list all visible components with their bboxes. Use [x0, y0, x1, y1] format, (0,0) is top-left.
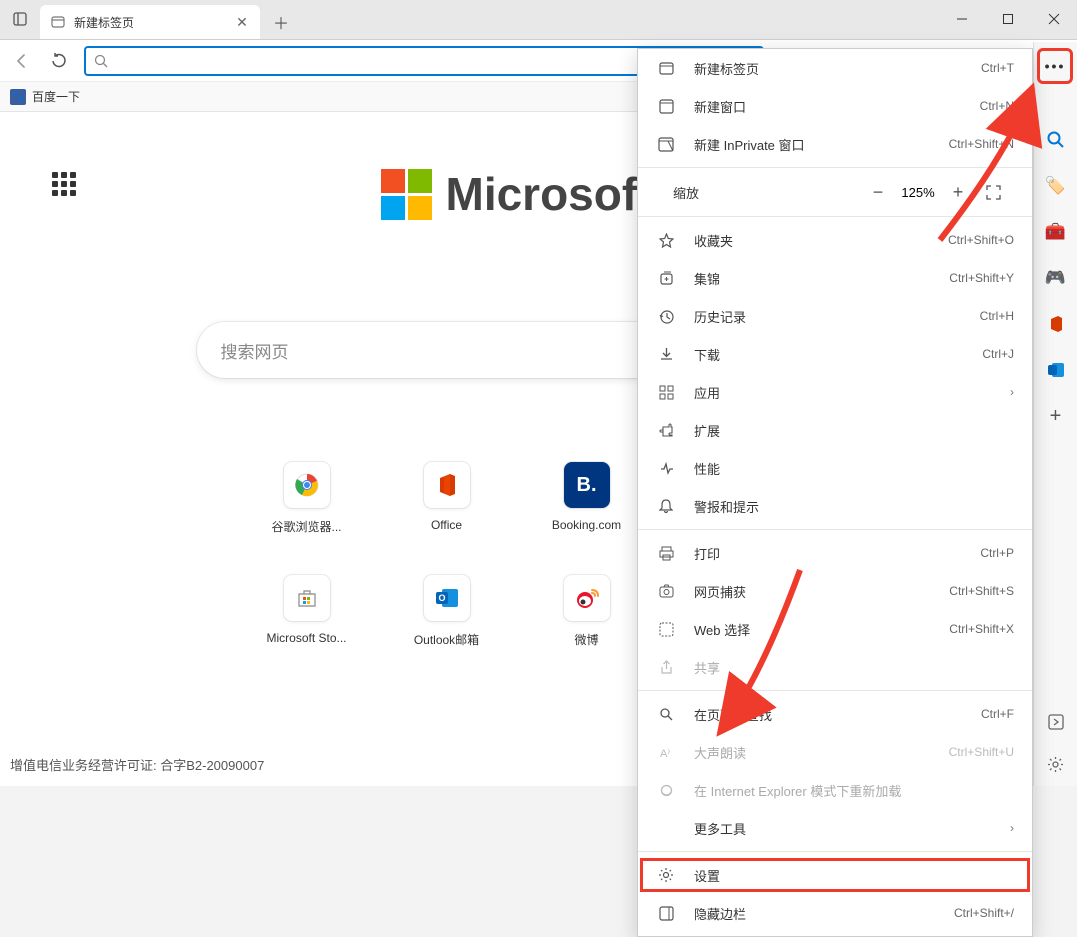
bell-icon [656, 499, 676, 514]
menu-favorites[interactable]: 收藏夹 Ctrl+Shift+O [638, 221, 1032, 259]
menu-new-inprivate[interactable]: 新建 InPrivate 窗口 Ctrl+Shift+N [638, 125, 1032, 163]
window-controls [939, 0, 1077, 39]
download-icon [656, 347, 676, 362]
apps-icon [656, 385, 676, 400]
titlebar: 新建标签页 ✕ ＋ [0, 0, 1077, 40]
search-placeholder: 搜索网页 [221, 338, 289, 363]
sidebar-tools-icon[interactable]: 🧰 [1044, 220, 1068, 244]
menu-hidesidebar[interactable]: 隐藏边栏 Ctrl+Shift+/ [638, 894, 1032, 932]
menu-print[interactable]: 打印 Ctrl+P [638, 534, 1032, 572]
menu-moretools[interactable]: 更多工具 › [638, 809, 1032, 847]
menu-downloads[interactable]: 下载 Ctrl+J [638, 335, 1032, 373]
tab-close-button[interactable]: ✕ [234, 14, 250, 30]
sidebar-outlook-icon[interactable] [1044, 358, 1068, 382]
performance-icon [656, 461, 676, 476]
collections-icon [656, 271, 676, 286]
menu-readaloud: A⁾ 大声朗读 Ctrl+Shift+U [638, 733, 1032, 771]
sidebar-settings-icon[interactable] [1044, 752, 1068, 776]
history-icon [656, 309, 676, 324]
search-icon [94, 54, 108, 68]
sidebar-shopping-icon[interactable]: 🏷️ [1044, 174, 1068, 198]
new-tab-icon [656, 61, 676, 76]
tile-outlook[interactable]: O Outlook邮箱 [412, 575, 482, 648]
menu-webselect[interactable]: Web 选择 Ctrl+Shift+X [638, 610, 1032, 648]
svg-text:O: O [438, 593, 445, 603]
tab-favicon [50, 14, 66, 30]
sidebar-icon [656, 906, 676, 921]
sidebar-games-icon[interactable]: 🎮 [1044, 266, 1068, 290]
menu-apps[interactable]: 应用 › [638, 373, 1032, 411]
minimize-button[interactable] [939, 0, 985, 39]
menu-capture[interactable]: 网页捕获 Ctrl+Shift+S [638, 572, 1032, 610]
chevron-right-icon: › [1010, 385, 1014, 399]
microsoft-logo-icon [381, 169, 432, 220]
new-tab-button[interactable]: ＋ [266, 7, 296, 37]
tile-chrome[interactable]: 谷歌浏览器... [272, 462, 342, 535]
menu-new-window[interactable]: 新建窗口 Ctrl+N [638, 87, 1032, 125]
share-icon [656, 660, 676, 675]
tab-title: 新建标签页 [74, 14, 234, 31]
menu-share: 共享 [638, 648, 1032, 686]
edge-sidebar: 🏷️ 🧰 🎮 + [1033, 42, 1077, 786]
close-window-button[interactable] [1031, 0, 1077, 39]
tab-actions-button[interactable] [0, 0, 40, 39]
menu-collections[interactable]: 集锦 Ctrl+Shift+Y [638, 259, 1032, 297]
refresh-button[interactable] [40, 43, 76, 79]
webselect-icon [656, 622, 676, 637]
menu-history[interactable]: 历史记录 Ctrl+H [638, 297, 1032, 335]
menu-performance[interactable]: 性能 [638, 449, 1032, 487]
ie-icon [656, 783, 676, 798]
menu-new-tab[interactable]: 新建标签页 Ctrl+T [638, 49, 1032, 87]
svg-text:A⁾: A⁾ [660, 748, 670, 760]
tile-office[interactable]: Office [412, 462, 482, 535]
star-icon [656, 233, 676, 248]
zoom-out-button[interactable]: − [862, 182, 894, 203]
gear-icon [656, 867, 676, 883]
menu-zoom: 缩放 − 125% + [638, 172, 1032, 212]
sidebar-collapse-icon[interactable] [1044, 710, 1068, 734]
find-icon [656, 707, 676, 722]
menu-settings[interactable]: 设置 [638, 856, 1032, 894]
sidebar-add-icon[interactable]: + [1044, 404, 1068, 428]
more-button[interactable]: ••• [1037, 48, 1073, 84]
sidebar-search-icon[interactable] [1044, 128, 1068, 152]
tile-booking[interactable]: B. Booking.com [552, 462, 622, 535]
browser-tab[interactable]: 新建标签页 ✕ [40, 5, 260, 39]
baidu-icon: 🐾 [10, 89, 26, 105]
readaloud-icon: A⁾ [656, 745, 676, 760]
bookmark-label: 百度一下 [32, 88, 80, 105]
bookmark-baidu[interactable]: 🐾 百度一下 [10, 88, 80, 105]
back-button[interactable] [4, 43, 40, 79]
sidebar-office-icon[interactable] [1044, 312, 1068, 336]
maximize-button[interactable] [985, 0, 1031, 39]
more-menu: 新建标签页 Ctrl+T 新建窗口 Ctrl+N 新建 InPrivate 窗口… [637, 48, 1033, 937]
menu-iemode: 在 Internet Explorer 模式下重新加载 [638, 771, 1032, 809]
new-window-icon [656, 99, 676, 114]
zoom-in-button[interactable]: + [942, 182, 974, 203]
menu-alerts[interactable]: 警报和提示 [638, 487, 1032, 525]
print-icon [656, 546, 676, 561]
brand-text: Microsoft [446, 167, 653, 221]
fullscreen-button[interactable] [986, 185, 1016, 200]
extensions-icon [656, 423, 676, 438]
menu-find[interactable]: 在页面上查找 Ctrl+F [638, 695, 1032, 733]
chevron-right-icon: › [1010, 821, 1014, 835]
capture-icon [656, 584, 676, 599]
inprivate-icon [656, 137, 676, 152]
zoom-value: 125% [894, 185, 942, 200]
tile-weibo[interactable]: 微博 [552, 575, 622, 648]
tile-msstore[interactable]: Microsoft Sto... [272, 575, 342, 648]
menu-extensions[interactable]: 扩展 [638, 411, 1032, 449]
footer-text: 增值电信业务经营许可证: 合字B2-20090007 [10, 755, 264, 774]
